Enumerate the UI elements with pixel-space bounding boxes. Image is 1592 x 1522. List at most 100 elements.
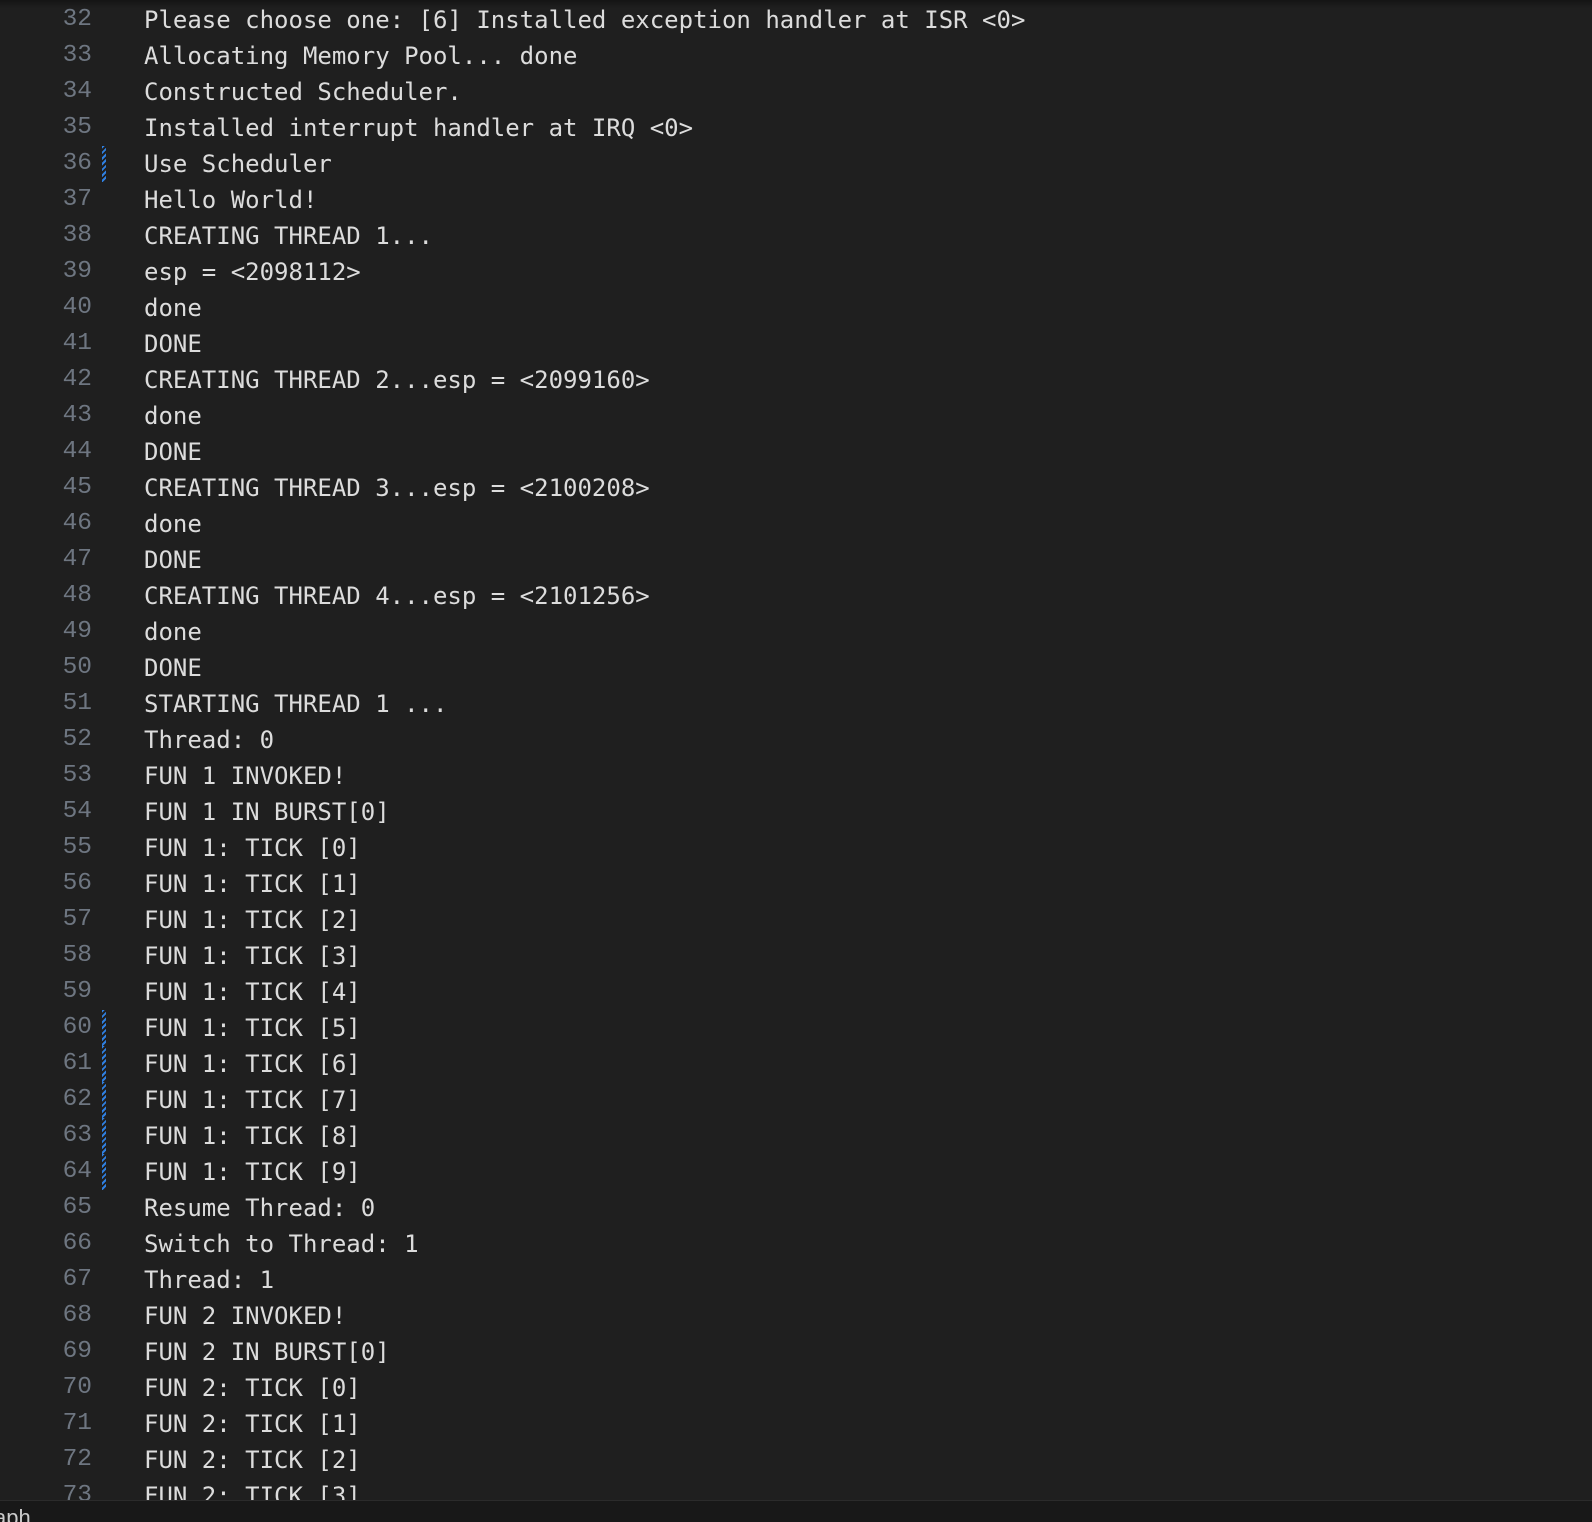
line-text: done [144,510,202,538]
line-text: FUN 1: TICK [9] [144,1158,361,1186]
line-number: 67 [62,1266,92,1293]
modified-line-gutter-marker[interactable] [102,1118,106,1154]
code-line[interactable]: 63 FUN 1: TICK [8] [0,1118,1592,1154]
line-text: esp = <2098112> [144,258,361,286]
line-text: FUN 2: TICK [2] [144,1446,361,1474]
line-text: FUN 1 IN BURST[0] [144,798,390,826]
code-line[interactable]: 52 Thread: 0 [0,722,1592,758]
line-text: Switch to Thread: 1 [144,1230,419,1258]
line-number: 69 [62,1338,92,1365]
line-text: DONE [144,654,202,682]
code-line[interactable]: 36 Use Scheduler [0,146,1592,182]
code-line[interactable]: 72 FUN 2: TICK [2] [0,1442,1592,1478]
line-text: Thread: 1 [144,1266,275,1294]
modified-line-gutter-marker[interactable] [102,1082,106,1118]
code-line[interactable]: 59 FUN 1: TICK [4] [0,974,1592,1010]
code-line[interactable]: 60 FUN 1: TICK [5] [0,1010,1592,1046]
line-number: 50 [62,654,92,681]
line-number: 65 [62,1194,92,1221]
line-text: FUN 1 INVOKED! [144,762,347,790]
line-number: 54 [62,798,92,825]
line-number: 72 [62,1446,92,1473]
code-line[interactable]: 50 DONE [0,650,1592,686]
line-text: FUN 1: TICK [5] [144,1014,361,1042]
line-text: FUN 1: TICK [8] [144,1122,361,1150]
code-line[interactable]: 73 FUN 2: TICK [3] [0,1478,1592,1500]
code-line[interactable]: 44 DONE [0,434,1592,470]
code-line[interactable]: 46 done [0,506,1592,542]
code-line[interactable]: 54 FUN 1 IN BURST[0] [0,794,1592,830]
line-number: 46 [62,510,92,537]
modified-line-gutter-marker[interactable] [102,1010,106,1046]
code-editor[interactable]: 32 Please choose one: [6] Installed excep… [0,2,1592,1500]
line-number: 56 [62,870,92,897]
line-number: 71 [62,1410,92,1437]
line-number: 73 [62,1482,92,1500]
line-text: done [144,294,202,322]
code-line[interactable]: 35 Installed interrupt handler at IRQ <0> [0,110,1592,146]
line-number: 64 [62,1158,92,1185]
code-line[interactable]: 69 FUN 2 IN BURST[0] [0,1334,1592,1370]
line-number: 42 [62,366,92,393]
code-line[interactable]: 41 DONE [0,326,1592,362]
code-line[interactable]: 67 Thread: 1 [0,1262,1592,1298]
code-line[interactable]: 49 done [0,614,1592,650]
line-number: 68 [62,1302,92,1329]
code-line[interactable]: 38 CREATING THREAD 1... [0,218,1592,254]
modified-line-gutter-marker[interactable] [102,1046,106,1082]
line-text: STARTING THREAD 1 ... [144,690,448,718]
line-number: 58 [62,942,92,969]
code-line[interactable]: 62 FUN 1: TICK [7] [0,1082,1592,1118]
line-text: Allocating Memory Pool... done [144,42,578,70]
code-line[interactable]: 43 done [0,398,1592,434]
modified-line-gutter-marker[interactable] [102,146,106,182]
bottom-panel-bar: aph [0,1500,1592,1522]
code-line[interactable]: 61 FUN 1: TICK [6] [0,1046,1592,1082]
code-line[interactable]: 55 FUN 1: TICK [0] [0,830,1592,866]
line-number: 62 [62,1086,92,1113]
line-text: done [144,618,202,646]
code-line[interactable]: 65 Resume Thread: 0 [0,1190,1592,1226]
line-text: FUN 1: TICK [1] [144,870,361,898]
line-text: FUN 2 IN BURST[0] [144,1338,390,1366]
code-line[interactable]: 68 FUN 2 INVOKED! [0,1298,1592,1334]
code-line[interactable]: 71 FUN 2: TICK [1] [0,1406,1592,1442]
code-line[interactable]: 58 FUN 1: TICK [3] [0,938,1592,974]
line-number: 51 [62,690,92,717]
line-text: DONE [144,438,202,466]
code-line[interactable]: 51 STARTING THREAD 1 ... [0,686,1592,722]
code-line[interactable]: 64 FUN 1: TICK [9] [0,1154,1592,1190]
editor-window: 32 Please choose one: [6] Installed excep… [0,0,1592,1522]
code-line[interactable]: 33 Allocating Memory Pool... done [0,38,1592,74]
line-text: FUN 1: TICK [2] [144,906,361,934]
line-text: Installed interrupt handler at IRQ <0> [144,114,694,142]
scroll-shadow [0,0,1592,8]
code-line[interactable]: 40 done [0,290,1592,326]
line-number: 53 [62,762,92,789]
code-line[interactable]: 53 FUN 1 INVOKED! [0,758,1592,794]
line-number: 60 [62,1014,92,1041]
code-line[interactable]: 66 Switch to Thread: 1 [0,1226,1592,1262]
editor-lines: 32 Please choose one: [6] Installed excep… [0,2,1592,1500]
code-line[interactable]: 45 CREATING THREAD 3...esp = <2100208> [0,470,1592,506]
line-number: 57 [62,906,92,933]
code-line[interactable]: 37 Hello World! [0,182,1592,218]
code-line[interactable]: 47 DONE [0,542,1592,578]
code-line[interactable]: 56 FUN 1: TICK [1] [0,866,1592,902]
modified-line-gutter-marker[interactable] [102,1154,106,1190]
code-line[interactable]: 39 esp = <2098112> [0,254,1592,290]
line-text: FUN 1: TICK [7] [144,1086,361,1114]
code-line[interactable]: 48 CREATING THREAD 4...esp = <2101256> [0,578,1592,614]
code-line[interactable]: 42 CREATING THREAD 2...esp = <2099160> [0,362,1592,398]
line-number: 41 [62,330,92,357]
line-text: CREATING THREAD 1... [144,222,433,250]
line-number: 45 [62,474,92,501]
line-number: 48 [62,582,92,609]
line-text: CREATING THREAD 4...esp = <2101256> [144,582,650,610]
code-line[interactable]: 57 FUN 1: TICK [2] [0,902,1592,938]
line-number: 33 [62,42,92,69]
line-text: FUN 2: TICK [0] [144,1374,361,1402]
line-text: DONE [144,546,202,574]
code-line[interactable]: 70 FUN 2: TICK [0] [0,1370,1592,1406]
code-line[interactable]: 34 Constructed Scheduler. [0,74,1592,110]
